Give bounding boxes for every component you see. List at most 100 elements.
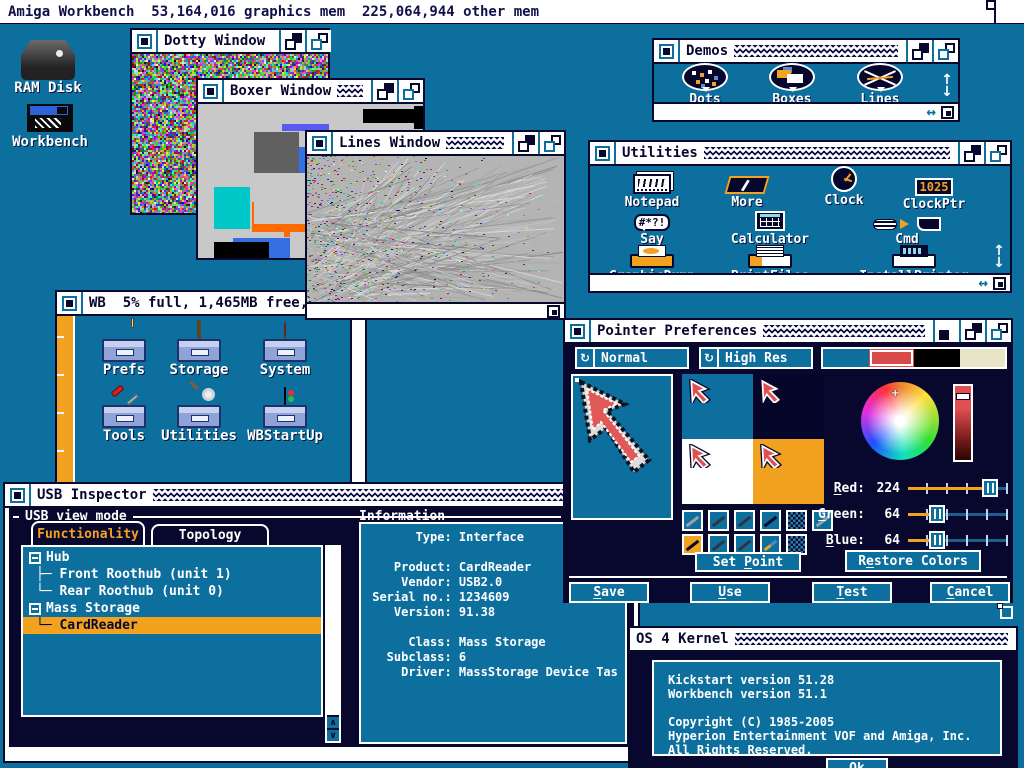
zoom-gadget[interactable]: [538, 132, 564, 154]
cancel-button[interactable]: Cancel: [930, 582, 1010, 603]
vertical-scroll-arrows[interactable]: ↑↓: [936, 40, 958, 102]
utilities-icon-notepad[interactable]: Notepad: [597, 168, 707, 210]
usb-tree-scrollbar[interactable]: ∧ ∨: [325, 545, 341, 743]
tree-item-cardreader[interactable]: CardReader: [23, 617, 321, 634]
blue-knob[interactable]: [929, 531, 945, 549]
palette-swatch[interactable]: [960, 349, 1006, 367]
kernel-titlebar[interactable]: OS 4 Kernel: [630, 628, 1016, 652]
close-gadget[interactable]: [5, 484, 31, 506]
palette-swatch-selected[interactable]: [869, 349, 915, 367]
drag-bar-pattern[interactable]: [153, 489, 604, 501]
size-gadget[interactable]: [993, 277, 1006, 290]
red-slider[interactable]: [908, 479, 1008, 497]
green-slider[interactable]: [908, 505, 1008, 523]
close-gadget[interactable]: [57, 292, 83, 314]
scroll-up-button[interactable]: ∧: [327, 715, 339, 728]
size-gadget[interactable]: [941, 106, 954, 119]
drag-bar-pattern[interactable]: [763, 325, 925, 337]
size-gadget[interactable]: [547, 305, 560, 318]
vertical-scroll-arrows[interactable]: ↑↓: [988, 142, 1010, 273]
demos-titlebar[interactable]: Demos: [654, 40, 958, 64]
scroll-down-button[interactable]: ∨: [327, 728, 339, 741]
tree-item-mass-storage[interactable]: Mass Storage: [23, 600, 321, 617]
workbench-disk-icon[interactable]: Workbench: [2, 104, 98, 150]
pointer-preset-thumb[interactable]: [734, 510, 755, 531]
pointer-edit-canvas[interactable]: [571, 374, 673, 520]
save-button[interactable]: Save: [569, 582, 649, 603]
usb-device-tree: Hub Front Roothub (unit 1) Rear Roothub …: [21, 545, 323, 717]
wb-drawer-wbstartup[interactable]: WBStartUp: [230, 388, 340, 444]
demos-title: Demos: [680, 40, 732, 62]
close-gadget[interactable]: [307, 132, 333, 154]
depth-gadget[interactable]: [371, 80, 397, 102]
pointer-type-cycle[interactable]: ↻ Normal: [575, 347, 689, 369]
lines-titlebar[interactable]: Lines Window: [307, 132, 564, 156]
menu-bar[interactable]: Amiga Workbench 53,164,016 graphics mem …: [0, 0, 1024, 24]
use-button[interactable]: Use: [690, 582, 770, 603]
close-gadget[interactable]: [198, 80, 224, 102]
scrollbar-track[interactable]: [327, 547, 339, 715]
horizontal-scroll-arrows-icon[interactable]: ↔: [926, 107, 936, 117]
set-point-button[interactable]: Set Point: [695, 552, 801, 572]
collapse-icon[interactable]: [29, 603, 41, 615]
palette-swatch[interactable]: [914, 349, 960, 367]
arrow-down-icon: ↓: [993, 257, 1005, 269]
tools-drawer-icon: [101, 388, 147, 428]
pointer-preset-thumb[interactable]: [682, 510, 703, 531]
wb-drawer-system[interactable]: System: [230, 322, 340, 378]
boxer-titlebar[interactable]: Boxer Window: [198, 80, 423, 104]
tree-item-hub[interactable]: Hub: [23, 549, 321, 566]
close-gadget[interactable]: [565, 320, 591, 342]
size-gadget[interactable]: [1000, 606, 1013, 619]
wb-right-scrollbar[interactable]: [350, 316, 365, 488]
resolution-cycle[interactable]: ↻ High Res: [699, 347, 813, 369]
dotty-titlebar[interactable]: Dotty Window: [132, 30, 328, 54]
drag-bar-pattern[interactable]: [734, 45, 898, 57]
horizontal-scroll-arrows-icon[interactable]: ↔: [978, 278, 988, 288]
green-knob[interactable]: [929, 505, 945, 523]
collapse-icon[interactable]: [29, 552, 41, 564]
demos-icon-lines[interactable]: Lines: [825, 65, 935, 107]
red-knob[interactable]: [982, 479, 998, 497]
brightness-knob[interactable]: [956, 393, 970, 400]
blue-slider[interactable]: [908, 531, 1008, 549]
tree-item-rear-roothub[interactable]: Rear Roothub (unit 0): [23, 583, 321, 600]
usb-titlebar[interactable]: USB Inspector: [5, 484, 638, 508]
pointer-preset-thumb[interactable]: [760, 510, 781, 531]
brightness-slider[interactable]: [953, 384, 973, 462]
kernel-line: [668, 701, 986, 715]
test-button[interactable]: Test: [812, 582, 892, 603]
tab-functionality[interactable]: Functionality: [31, 521, 145, 545]
close-gadget[interactable]: [590, 142, 616, 164]
pointer-preset-thumb[interactable]: [786, 510, 807, 531]
depth-gadget[interactable]: [512, 132, 538, 154]
drag-bar-pattern[interactable]: [446, 137, 504, 149]
depth-gadget[interactable]: [279, 30, 305, 52]
depth-gadget[interactable]: [958, 142, 984, 164]
depth-gadget[interactable]: [906, 40, 932, 62]
depth-gadget[interactable]: [959, 320, 985, 342]
close-gadget[interactable]: [132, 30, 158, 52]
palette-swatch[interactable]: [823, 349, 869, 367]
tree-item-front-roothub[interactable]: Front Roothub (unit 1): [23, 566, 321, 583]
pointer-preset-thumb[interactable]: [708, 510, 729, 531]
ram-disk-icon[interactable]: RAM Disk: [6, 40, 90, 96]
restore-colors-button[interactable]: Restore Colors: [845, 550, 981, 572]
iconify-gadget[interactable]: [933, 320, 959, 342]
ram-disk-label: RAM Disk: [14, 80, 81, 96]
drag-bar-pattern[interactable]: [735, 633, 1008, 645]
tab-topology[interactable]: Topology: [151, 524, 269, 545]
zoom-gadget[interactable]: [985, 320, 1011, 342]
utilities-icon-more[interactable]: More: [692, 168, 802, 210]
drag-bar-pattern[interactable]: [704, 147, 950, 159]
color-wheel[interactable]: [861, 382, 939, 460]
screen-depth-gadget[interactable]: [994, 0, 1024, 23]
zoom-gadget[interactable]: [305, 30, 331, 52]
utilities-titlebar[interactable]: Utilities: [590, 142, 1010, 166]
drag-bar-pattern[interactable]: [337, 85, 363, 97]
ok-button[interactable]: Ok: [826, 758, 888, 768]
zoom-gadget[interactable]: [397, 80, 423, 102]
pointer-prefs-titlebar[interactable]: Pointer Preferences: [565, 320, 1011, 344]
pointer-palette[interactable]: [821, 347, 1007, 369]
close-gadget[interactable]: [654, 40, 680, 62]
